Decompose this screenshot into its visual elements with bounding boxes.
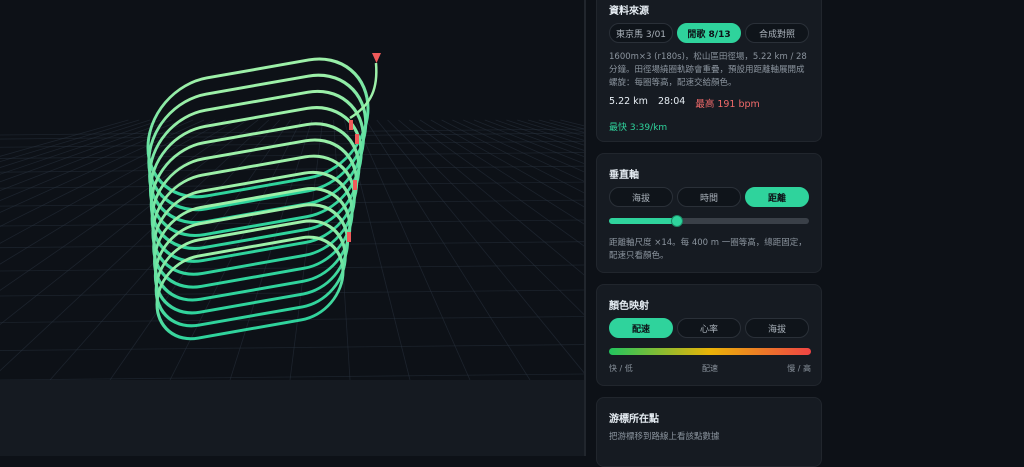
- grid-line: [538, 119, 584, 133]
- stat-duration: 28:04: [657, 96, 686, 107]
- axis-scale-slider-thumb[interactable]: [671, 215, 683, 227]
- color-gradient-labels: 快 / 低 配速 慢 / 高: [609, 363, 811, 374]
- stat-distance: 5.22 km: [609, 96, 648, 107]
- stat-max-hr: 最高 191 bpm: [695, 96, 759, 110]
- color-gradient-legend: [609, 348, 811, 355]
- grid-line: [354, 119, 471, 380]
- color-option-heart-rate[interactable]: 心率: [677, 318, 741, 338]
- source-option-xiange[interactable]: 閒歌 8/13: [677, 23, 741, 43]
- color-option-altitude[interactable]: 海拔: [745, 318, 809, 338]
- grid-line: [0, 344, 584, 351]
- run-stats: 5.22 km 28:04 最高 191 bpm: [609, 96, 760, 110]
- data-source-card: 資料來源 東京馬 3/01 閒歌 8/13 合成對照 1600m×3 (r180…: [596, 0, 822, 142]
- source-option-synthetic[interactable]: 合成對照: [745, 23, 809, 43]
- axis-scale-slider[interactable]: [609, 215, 809, 227]
- axis-option-altitude[interactable]: 海拔: [609, 187, 673, 207]
- axis-option-distance[interactable]: 距離: [745, 187, 809, 207]
- vertical-axis-title: 垂直軸: [609, 170, 639, 181]
- grid-line: [517, 119, 584, 141]
- color-mapping-selector: 配速 心率 海拔: [609, 318, 809, 338]
- data-source-description: 1600m×3 (r180s)，松山區田徑場，5.22 km / 28 分鐘。田…: [609, 52, 807, 88]
- 3d-scene[interactable]: [0, 0, 584, 380]
- pace-marker: [347, 232, 351, 242]
- data-source-title: 資料來源: [609, 6, 649, 17]
- color-mapping-card: 顏色映射 配速 心率 海拔 快 / 低 配速 慢 / 高: [596, 284, 822, 386]
- stat-max-hr-label: 最高: [695, 99, 715, 110]
- gradient-label-pace: 配速: [702, 364, 718, 373]
- grid-line: [398, 119, 584, 276]
- grid-line: [0, 165, 584, 173]
- cursor-point-title: 游標所在點: [609, 414, 659, 425]
- gradient-label-fast: 快 / 低: [609, 364, 633, 373]
- gradient-label-slow: 慢 / 高: [787, 364, 811, 373]
- viewport-bottom-bar: [0, 380, 584, 456]
- cursor-point-card: 游標所在點 把游標移到路線上看該點數據: [596, 397, 822, 467]
- grid-line: [430, 119, 584, 208]
- grid-line: [376, 119, 584, 374]
- grid-line: [495, 119, 584, 151]
- cursor-point-hint: 把游標移到路線上看該點數據: [609, 432, 720, 442]
- axis-scale-slider-fill: [609, 218, 677, 224]
- vertical-axis-card: 垂直軸 海拔 時間 距離 距離軸尺度 ×14。每 400 m 一圈等高，總距固定…: [596, 153, 822, 273]
- color-option-pace[interactable]: 配速: [609, 318, 673, 338]
- stat-max-hr-value: 191 bpm: [717, 99, 760, 110]
- pace-marker: [349, 120, 353, 130]
- triangle-marker-icon: [372, 53, 381, 63]
- source-option-tokyo[interactable]: 東京馬 3/01: [609, 23, 673, 43]
- data-source-selector: 東京馬 3/01 閒歌 8/13 合成對照: [609, 23, 809, 43]
- 3d-viewport[interactable]: [0, 0, 584, 380]
- grid-line: [365, 119, 531, 380]
- axis-option-time[interactable]: 時間: [677, 187, 741, 207]
- vertical-axis-selector: 海拔 時間 距離: [609, 187, 809, 207]
- pace-marker: [353, 180, 357, 190]
- pace-marker: [355, 134, 359, 144]
- stat-fastest-pace: 最快 3:39/km: [609, 123, 668, 133]
- grid-line: [473, 119, 584, 165]
- grid-line: [0, 119, 226, 244]
- spiral-track-icon[interactable]: [146, 50, 378, 346]
- vertical-axis-description: 距離軸尺度 ×14。每 400 m 一圈等高，總距固定，配速只看顏色。: [609, 238, 807, 261]
- color-mapping-title: 顏色映射: [609, 301, 649, 312]
- control-panel: 資料來源 東京馬 3/01 閒歌 8/13 合成對照 1600m×3 (r180…: [586, 0, 1024, 467]
